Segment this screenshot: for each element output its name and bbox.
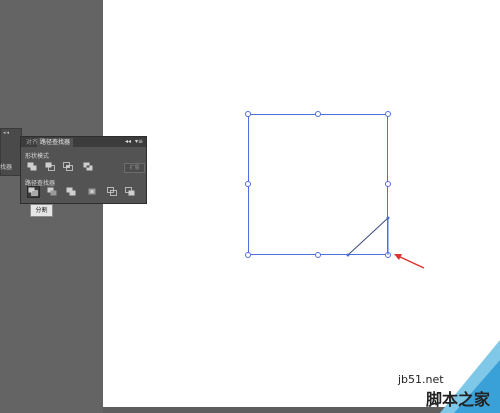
unite-button[interactable] bbox=[27, 162, 37, 171]
intersect-button[interactable] bbox=[63, 162, 73, 171]
minus-back-button[interactable] bbox=[125, 187, 135, 196]
outline-button[interactable] bbox=[107, 187, 117, 196]
pathfinder-panel: 对齐 路径查找器 ◂◂ ▾≡ 形状模式 扩展 路径查找器 bbox=[20, 136, 147, 204]
selection-handle-top-center[interactable] bbox=[315, 111, 321, 117]
merge-button[interactable] bbox=[66, 187, 76, 196]
selection-handle-top-left[interactable] bbox=[245, 111, 251, 117]
divide-tooltip: 分割 bbox=[30, 204, 53, 217]
selection-bounding-box[interactable] bbox=[248, 114, 388, 255]
minus-front-icon bbox=[45, 162, 55, 171]
selection-handle-middle-left[interactable] bbox=[245, 181, 251, 187]
crop-icon bbox=[88, 188, 96, 195]
watermark-name: 脚本之家 bbox=[426, 390, 491, 409]
divide-icon bbox=[28, 187, 38, 196]
unite-icon bbox=[27, 162, 37, 171]
exclude-icon bbox=[83, 162, 93, 171]
crop-button[interactable] bbox=[87, 187, 97, 196]
collapse-grip-icon[interactable]: ◂◂ bbox=[3, 130, 10, 136]
tab-pathfinder[interactable]: 路径查找器 bbox=[37, 138, 74, 147]
merge-icon bbox=[66, 187, 76, 196]
expand-button[interactable]: 扩展 bbox=[124, 163, 145, 173]
selection-handle-bottom-left[interactable] bbox=[245, 252, 251, 258]
minus-back-icon bbox=[125, 187, 135, 196]
minus-front-button[interactable] bbox=[45, 162, 55, 171]
selection-handle-bottom-right[interactable] bbox=[385, 252, 391, 258]
exclude-button[interactable] bbox=[83, 162, 93, 171]
divide-button[interactable] bbox=[27, 186, 40, 198]
panel-menu-icon[interactable]: ▾≡ bbox=[135, 138, 143, 146]
selection-handle-middle-right[interactable] bbox=[385, 181, 391, 187]
selection-handle-bottom-center[interactable] bbox=[315, 252, 321, 258]
outline-icon bbox=[107, 187, 117, 196]
shape-modes-label: 形状模式 bbox=[25, 153, 50, 160]
collapsed-panel-label: 找器 bbox=[0, 164, 13, 171]
trim-button[interactable] bbox=[47, 187, 57, 196]
trim-icon bbox=[47, 187, 57, 196]
watermark-site: jb51.net bbox=[398, 373, 444, 386]
panel-collapse-icon[interactable]: ◂◂ bbox=[125, 138, 131, 146]
intersect-icon bbox=[63, 162, 73, 171]
selection-handle-top-right[interactable] bbox=[385, 111, 391, 117]
